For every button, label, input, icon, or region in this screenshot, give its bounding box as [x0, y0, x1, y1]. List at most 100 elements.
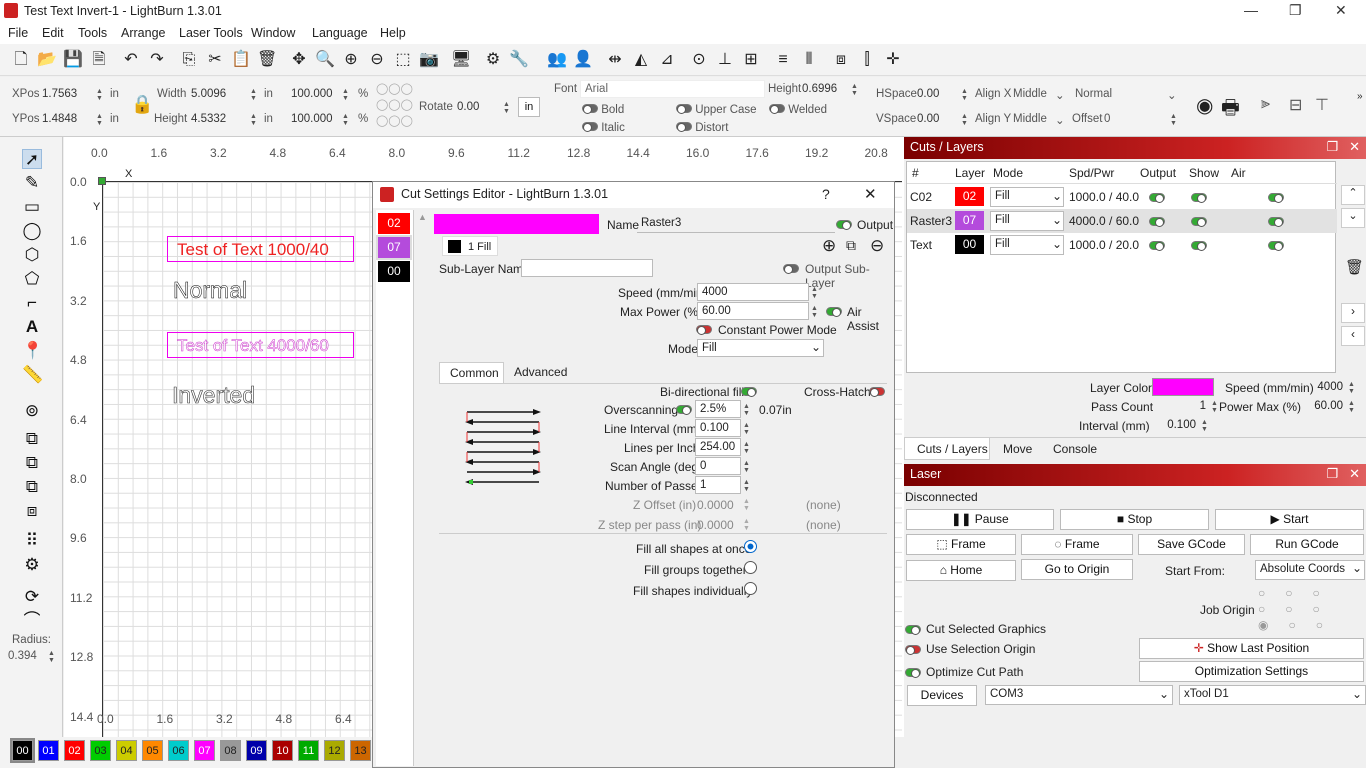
- layer-row-swatch[interactable]: 07: [955, 211, 984, 230]
- layer-row[interactable]: Raster3 07 Fill ⌄ 4000.0 / 60.0: [907, 209, 1337, 233]
- layer-row-mode-chevron-icon[interactable]: ⌄: [1052, 213, 1062, 227]
- z-step-field[interactable]: 0.0000: [697, 518, 734, 532]
- add-sublayer-icon[interactable]: ⊕: [822, 236, 836, 256]
- power-max-spin-icon[interactable]: ▲ ▼: [1348, 400, 1355, 414]
- mirror-icon[interactable]: ◭: [631, 50, 651, 70]
- xpos-spin-icon[interactable]: ▲ ▼: [96, 88, 103, 102]
- ungroup-icon[interactable]: 👤: [573, 50, 593, 70]
- layer-row-air-toggle[interactable]: [1268, 191, 1284, 205]
- max-power-spin-icon[interactable]: ▲ ▼: [811, 305, 818, 319]
- open-folder-icon[interactable]: 📂: [37, 50, 57, 70]
- palette-color-01[interactable]: 01: [38, 740, 59, 761]
- constant-power-toggle[interactable]: [696, 323, 712, 337]
- palette-color-10[interactable]: 10: [272, 740, 293, 761]
- distribute-v-icon[interactable]: ⦀: [799, 50, 819, 70]
- space-icon[interactable]: ⫿: [857, 50, 877, 70]
- pass-count-field[interactable]: 1: [1152, 398, 1210, 416]
- save-gcode-button[interactable]: Save GCode: [1138, 534, 1245, 555]
- align-hcenter-icon[interactable]: ⊟: [1289, 95, 1302, 115]
- height-spin-icon[interactable]: ▲ ▼: [250, 113, 257, 127]
- run-gcode-button[interactable]: Run GCode: [1250, 534, 1364, 555]
- dialog-scroll-up-icon[interactable]: ▲: [418, 212, 427, 222]
- interval-field[interactable]: 0.100: [1152, 417, 1200, 435]
- distort-toggle[interactable]: [676, 122, 692, 132]
- layer-row[interactable]: Text 00 Fill ⌄ 1000.0 / 20.0: [907, 233, 1337, 257]
- frame-rect-button[interactable]: ⬚ Frame: [906, 534, 1016, 555]
- tab-console[interactable]: Console: [1053, 442, 1097, 456]
- menu-file[interactable]: File: [8, 26, 28, 40]
- max-power-field[interactable]: 60.00: [697, 302, 809, 320]
- name-field[interactable]: Raster3: [637, 215, 835, 233]
- zoom-in-icon[interactable]: ⊕: [341, 50, 361, 70]
- next-layer-icon[interactable]: ›: [1341, 303, 1365, 323]
- import-icon[interactable]: 🗎: [89, 50, 109, 70]
- zoom-out-icon[interactable]: ⊖: [367, 50, 387, 70]
- align-left-icon[interactable]: ⫸: [1261, 95, 1270, 113]
- marker-tool-icon[interactable]: 📍: [22, 341, 43, 361]
- port-select[interactable]: COM3: [985, 685, 1173, 705]
- overscan-toggle[interactable]: [676, 403, 692, 417]
- show-last-position-button[interactable]: ✛ Show Last Position: [1139, 638, 1364, 659]
- font-height-spin-icon[interactable]: ▲ ▼: [851, 83, 858, 97]
- pass-count-spin-icon[interactable]: ▲ ▼: [1211, 400, 1218, 414]
- hspace-field[interactable]: 0.00: [917, 88, 939, 100]
- panel-speed-spin-icon[interactable]: ▲ ▼: [1348, 381, 1355, 395]
- text-object-4[interactable]: Inverted: [172, 382, 256, 409]
- rotate-center-icon[interactable]: ⊙: [689, 50, 709, 70]
- speed-field[interactable]: 4000: [697, 283, 809, 301]
- palette-color-07[interactable]: 07: [194, 740, 215, 761]
- bold-toggle[interactable]: [582, 104, 598, 114]
- z-offset-spin-icon[interactable]: ▲ ▼: [743, 498, 750, 512]
- layer-row-show-toggle[interactable]: [1191, 191, 1207, 205]
- remove-sublayer-icon[interactable]: ⊖: [870, 236, 884, 256]
- stop-button[interactable]: ■ Stop: [1060, 509, 1209, 530]
- output-toggle[interactable]: [836, 218, 852, 232]
- speed-spin-icon[interactable]: ▲ ▼: [811, 286, 818, 300]
- laser-float-icon[interactable]: ❐: [1327, 466, 1339, 481]
- frame-circle-button[interactable]: ◌ Frame: [1021, 534, 1133, 555]
- text-object-1[interactable]: Test of Text 1000/40: [167, 236, 354, 262]
- power-max-field[interactable]: 60.00: [1302, 398, 1347, 416]
- tools-icon[interactable]: 🔧: [509, 50, 529, 70]
- aligny-chevron-icon[interactable]: ⌄: [1055, 113, 1065, 127]
- settings-icon[interactable]: ⚙: [483, 50, 503, 70]
- port-chevron-icon[interactable]: ⌄: [1159, 687, 1169, 701]
- move-icon[interactable]: ✥: [289, 50, 309, 70]
- menu-tools[interactable]: Tools: [78, 26, 107, 40]
- layer-row-output-toggle[interactable]: [1149, 215, 1165, 229]
- z-step-spin-icon[interactable]: ▲ ▼: [743, 518, 750, 532]
- menu-laser-tools[interactable]: Laser Tools: [179, 26, 243, 40]
- dialog-layer-00[interactable]: 00: [378, 261, 410, 282]
- delete-layer-icon[interactable]: 🗑: [1345, 258, 1364, 276]
- italic-toggle[interactable]: [582, 122, 598, 132]
- alignx-chevron-icon[interactable]: ⌄: [1055, 88, 1065, 102]
- scan-angle-spin-icon[interactable]: ▲ ▼: [743, 460, 750, 474]
- width-spin-icon[interactable]: ▲ ▼: [250, 88, 257, 102]
- palette-color-05[interactable]: 05: [142, 740, 163, 761]
- paste-icon[interactable]: 📋: [231, 50, 251, 70]
- align-center-icon[interactable]: ⊞: [741, 50, 761, 70]
- radius-field[interactable]: 0.394: [8, 650, 37, 662]
- boolean-subtract-icon[interactable]: ⧉: [22, 477, 42, 497]
- save-icon[interactable]: 💾: [63, 50, 83, 70]
- menu-window[interactable]: Window: [251, 26, 295, 40]
- air-assist-toggle[interactable]: [826, 305, 842, 319]
- uppercase-toggle[interactable]: [676, 104, 692, 114]
- layer-row-swatch[interactable]: 02: [955, 187, 984, 206]
- help-icon[interactable]: ?: [822, 186, 830, 202]
- fill-all-radio[interactable]: [744, 540, 757, 553]
- font-select[interactable]: Arial: [580, 80, 765, 98]
- maximize-icon[interactable]: ❐: [1289, 2, 1302, 19]
- tab-common[interactable]: Common: [439, 362, 504, 383]
- layer-row-show-toggle[interactable]: [1191, 239, 1207, 253]
- xpos-field[interactable]: 1.7563: [42, 88, 77, 100]
- menu-help[interactable]: Help: [380, 26, 406, 40]
- undo-icon[interactable]: ↶: [121, 50, 141, 70]
- offset-spin-icon[interactable]: ▲ ▼: [1170, 113, 1177, 127]
- font-height-field[interactable]: 0.6996: [802, 83, 837, 95]
- output-sublayer-toggle[interactable]: [783, 262, 799, 276]
- palette-color-11[interactable]: 11: [298, 740, 319, 761]
- rotate-field[interactable]: 0.00: [457, 101, 479, 113]
- goto-origin-button[interactable]: Go to Origin: [1021, 559, 1133, 580]
- line-interval-spin-icon[interactable]: ▲ ▼: [743, 422, 750, 436]
